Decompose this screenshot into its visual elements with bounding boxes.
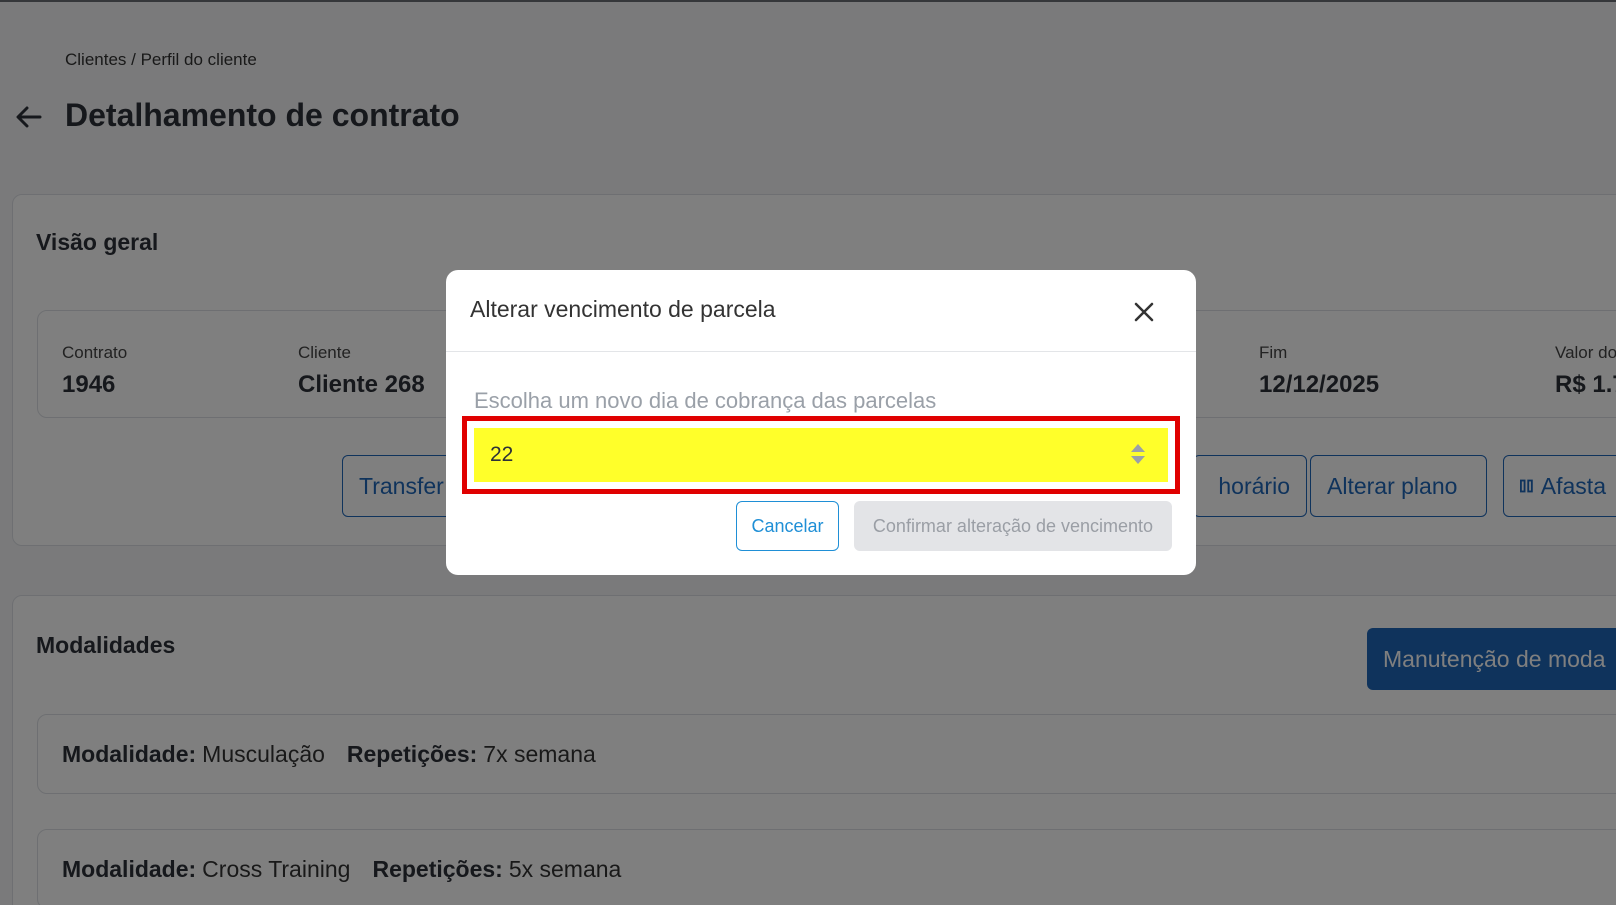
confirm-due-date-button[interactable]: Confirmar alteração de vencimento [854,501,1172,551]
sort-arrows-icon [1131,444,1145,464]
highlight-box: 22 [462,416,1180,494]
due-day-select[interactable]: 22 [474,428,1168,482]
cancel-button[interactable]: Cancelar [736,501,839,551]
change-due-date-modal: Alterar vencimento de parcela Escolha um… [446,270,1196,575]
close-icon[interactable] [1130,298,1158,326]
modal-title: Alterar vencimento de parcela [470,296,776,322]
due-day-label: Escolha um novo dia de cobrança das parc… [474,388,937,413]
due-day-value: 22 [490,443,514,466]
modal-header: Alterar vencimento de parcela [446,270,1196,352]
